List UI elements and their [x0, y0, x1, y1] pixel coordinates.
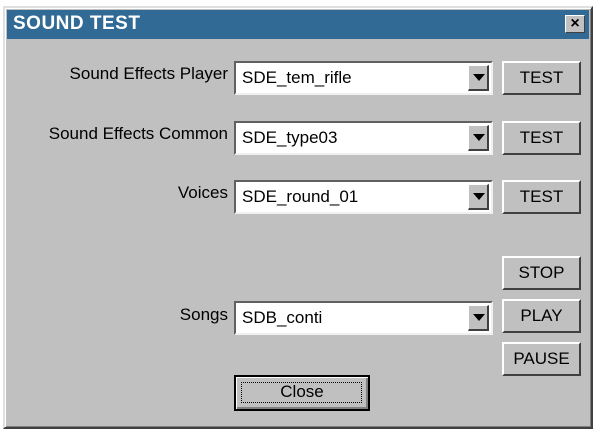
chevron-down-icon[interactable] — [468, 125, 489, 151]
songs-label: Songs — [179, 305, 228, 324]
songs-select[interactable]: SDB_conti — [234, 301, 493, 335]
sound-effects-common-value: SDE_type03 — [242, 128, 338, 147]
chevron-down-icon[interactable] — [468, 184, 489, 210]
sound-effects-player-select[interactable]: SDE_tem_rifle — [234, 61, 493, 95]
pause-button[interactable]: PAUSE — [502, 342, 581, 376]
test-sound-effects-common-button[interactable]: TEST — [502, 121, 581, 155]
play-button[interactable]: PLAY — [502, 299, 581, 333]
sound-effects-common-select[interactable]: SDE_type03 — [234, 121, 493, 155]
voices-select[interactable]: SDE_round_01 — [234, 180, 493, 214]
sound-test-dialog: SOUND TEST × Sound Effects Player SDE_te… — [3, 6, 593, 429]
test-sound-effects-player-button[interactable]: TEST — [502, 61, 581, 95]
window-title: SOUND TEST — [13, 13, 141, 34]
sound-effects-player-value: SDE_tem_rifle — [242, 68, 352, 87]
stop-button[interactable]: STOP — [502, 256, 581, 290]
title-bar[interactable]: SOUND TEST × — [7, 10, 589, 39]
chevron-down-icon[interactable] — [468, 305, 489, 331]
sound-effects-common-label: Sound Effects Common — [48, 124, 228, 143]
chevron-down-icon[interactable] — [468, 65, 489, 91]
focus-rectangle — [241, 382, 362, 403]
sound-effects-player-label: Sound Effects Player — [69, 64, 228, 83]
voices-value: SDE_round_01 — [242, 187, 359, 206]
close-button[interactable]: Close — [234, 375, 370, 411]
test-voices-button[interactable]: TEST — [502, 180, 581, 214]
songs-value: SDB_conti — [242, 308, 323, 327]
voices-label: Voices — [177, 183, 228, 202]
close-icon[interactable]: × — [565, 15, 585, 33]
